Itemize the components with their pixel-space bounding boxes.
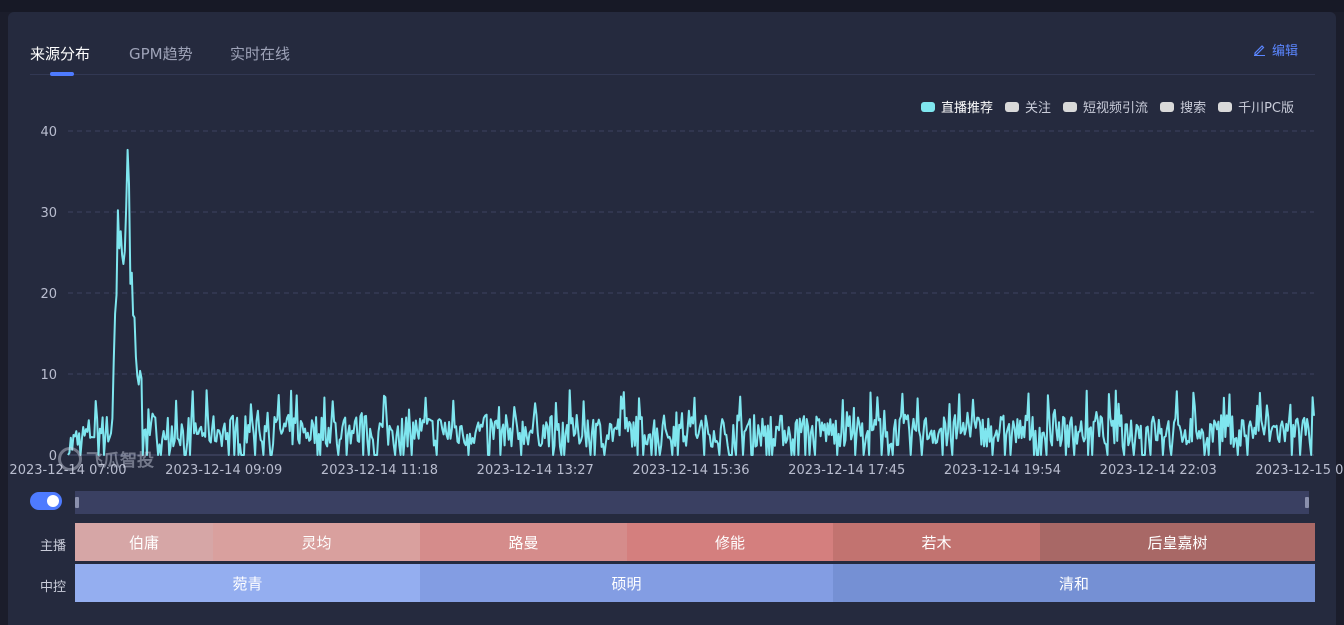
zoom-slider-handle-right[interactable] <box>1305 497 1309 508</box>
x-tick-label: 2023-12-14 17:45 <box>788 463 905 478</box>
y-tick-label: 30 <box>40 206 57 221</box>
y-tick-label: 0 <box>49 449 57 464</box>
y-tick-label: 10 <box>40 368 57 383</box>
host-segment[interactable]: 伯庸 <box>75 523 213 561</box>
x-tick-label: 2023-12-15 00:12 <box>1255 463 1344 478</box>
watermark-logo-icon <box>58 446 82 471</box>
zoom-toggle[interactable] <box>30 492 62 510</box>
host-segment[interactable]: 修能 <box>627 523 833 561</box>
x-tick-label: 2023-12-14 15:36 <box>632 463 749 478</box>
zoom-slider-track[interactable] <box>75 491 1309 514</box>
toggle-knob <box>47 495 59 507</box>
host-row-label: 主播 <box>40 539 67 554</box>
host-segment[interactable]: 灵均 <box>213 523 420 561</box>
y-tick-label: 20 <box>40 287 57 302</box>
zoom-slider-handle-left[interactable] <box>75 497 79 508</box>
host-segment[interactable]: 后皇嘉树 <box>1040 523 1315 561</box>
x-tick-label: 2023-12-14 13:27 <box>477 463 594 478</box>
host-segment[interactable]: 路曼 <box>420 523 627 561</box>
series-line-live-recommend <box>67 148 1315 456</box>
control-segment[interactable]: 清和 <box>833 564 1315 602</box>
x-tick-label: 2023-12-14 11:18 <box>321 463 438 478</box>
watermark: 飞瓜智投 <box>58 446 154 471</box>
control-segment[interactable]: 硕明 <box>420 564 833 602</box>
control-row-label: 中控 <box>40 580 67 595</box>
host-segment[interactable]: 若木 <box>833 523 1040 561</box>
x-tick-label: 2023-12-14 19:54 <box>944 463 1061 478</box>
x-tick-label: 2023-12-14 22:03 <box>1100 463 1217 478</box>
x-tick-label: 2023-12-14 09:09 <box>165 463 282 478</box>
control-segment[interactable]: 菀青 <box>75 564 420 602</box>
watermark-text: 飞瓜智投 <box>86 451 154 471</box>
y-tick-label: 40 <box>40 125 57 140</box>
